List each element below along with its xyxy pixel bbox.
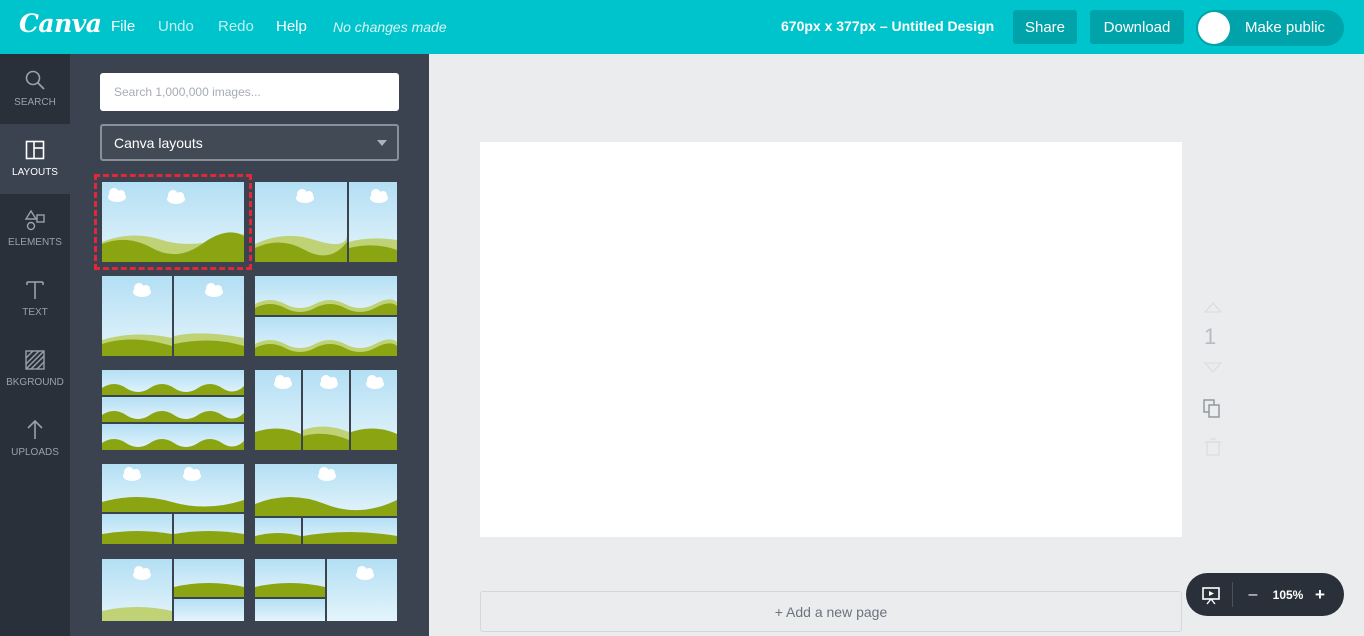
save-status: No changes made	[333, 19, 447, 35]
make-public-toggle[interactable]: Make public	[1196, 10, 1344, 46]
menu-undo[interactable]: Undo	[158, 18, 194, 35]
add-page-button[interactable]: + Add a new page	[480, 591, 1182, 632]
present-icon	[1202, 586, 1220, 604]
download-button[interactable]: Download	[1090, 10, 1184, 44]
elements-icon	[24, 209, 45, 231]
menu-help[interactable]: Help	[276, 18, 307, 35]
delete-page-icon[interactable]	[1205, 438, 1221, 456]
design-title[interactable]: 670px x 377px – Untitled Design	[781, 18, 994, 34]
canva-logo[interactable]: Canva	[19, 9, 102, 38]
rail-label-background: BKGROUND	[6, 377, 64, 388]
layout-source-select[interactable]: Canva layouts	[100, 124, 399, 161]
upload-icon	[27, 419, 43, 439]
make-public-label: Make public	[1245, 19, 1326, 36]
page-up-icon[interactable]	[1203, 302, 1223, 313]
left-rail: SEARCH LAYOUTS ELEMENTS TEXT BKGROUND UP…	[0, 54, 70, 636]
top-bar: Canva File Undo Redo Help No changes mad…	[0, 0, 1364, 54]
layout-source-value: Canva layouts	[114, 135, 203, 151]
zoom-bar: – 105% +	[1186, 573, 1344, 616]
layout-thumbnail[interactable]	[255, 276, 397, 356]
zoom-out-button[interactable]: –	[1242, 573, 1264, 616]
rail-item-text[interactable]: TEXT	[0, 264, 70, 334]
image-search-input[interactable]	[100, 73, 399, 111]
rail-item-layouts[interactable]: LAYOUTS	[0, 124, 70, 194]
zoom-divider	[1232, 582, 1233, 607]
layout-thumbnail[interactable]	[102, 370, 244, 450]
present-button[interactable]	[1196, 573, 1226, 616]
layout-thumbnail[interactable]	[102, 559, 244, 621]
layout-thumbnail[interactable]	[255, 559, 397, 621]
page-down-icon[interactable]	[1203, 362, 1223, 373]
menu-file[interactable]: File	[111, 18, 135, 35]
layout-thumbnail[interactable]	[102, 276, 244, 356]
rail-item-uploads[interactable]: UPLOADS	[0, 404, 70, 474]
zoom-in-button[interactable]: +	[1310, 573, 1330, 616]
layout-thumbnail[interactable]	[94, 174, 252, 270]
layout-thumbnail[interactable]	[255, 370, 397, 450]
design-page[interactable]	[480, 142, 1182, 537]
duplicate-page-icon[interactable]	[1203, 399, 1220, 418]
share-button[interactable]: Share	[1013, 10, 1077, 44]
layout-thumbnail[interactable]	[255, 464, 397, 544]
rail-label-elements: ELEMENTS	[8, 237, 62, 248]
page-number: 1	[1204, 324, 1217, 349]
search-icon	[25, 70, 45, 90]
background-icon	[25, 350, 45, 370]
text-icon	[26, 281, 44, 299]
zoom-level[interactable]: 105%	[1268, 573, 1308, 616]
rail-item-elements[interactable]: ELEMENTS	[0, 194, 70, 264]
rail-item-search[interactable]: SEARCH	[0, 54, 70, 124]
layouts-panel: Canva layouts	[70, 54, 429, 636]
rail-label-search: SEARCH	[14, 97, 56, 108]
rail-label-uploads: UPLOADS	[11, 447, 59, 458]
rail-label-layouts: LAYOUTS	[12, 167, 58, 178]
rail-label-text: TEXT	[22, 307, 48, 318]
chevron-down-icon	[377, 140, 387, 146]
menu-redo[interactable]: Redo	[218, 18, 254, 35]
toggle-knob	[1198, 12, 1230, 44]
layout-thumbnail[interactable]	[102, 464, 244, 544]
rail-item-background[interactable]: BKGROUND	[0, 334, 70, 404]
layouts-icon	[25, 140, 45, 160]
layout-thumbnail[interactable]	[255, 182, 397, 262]
